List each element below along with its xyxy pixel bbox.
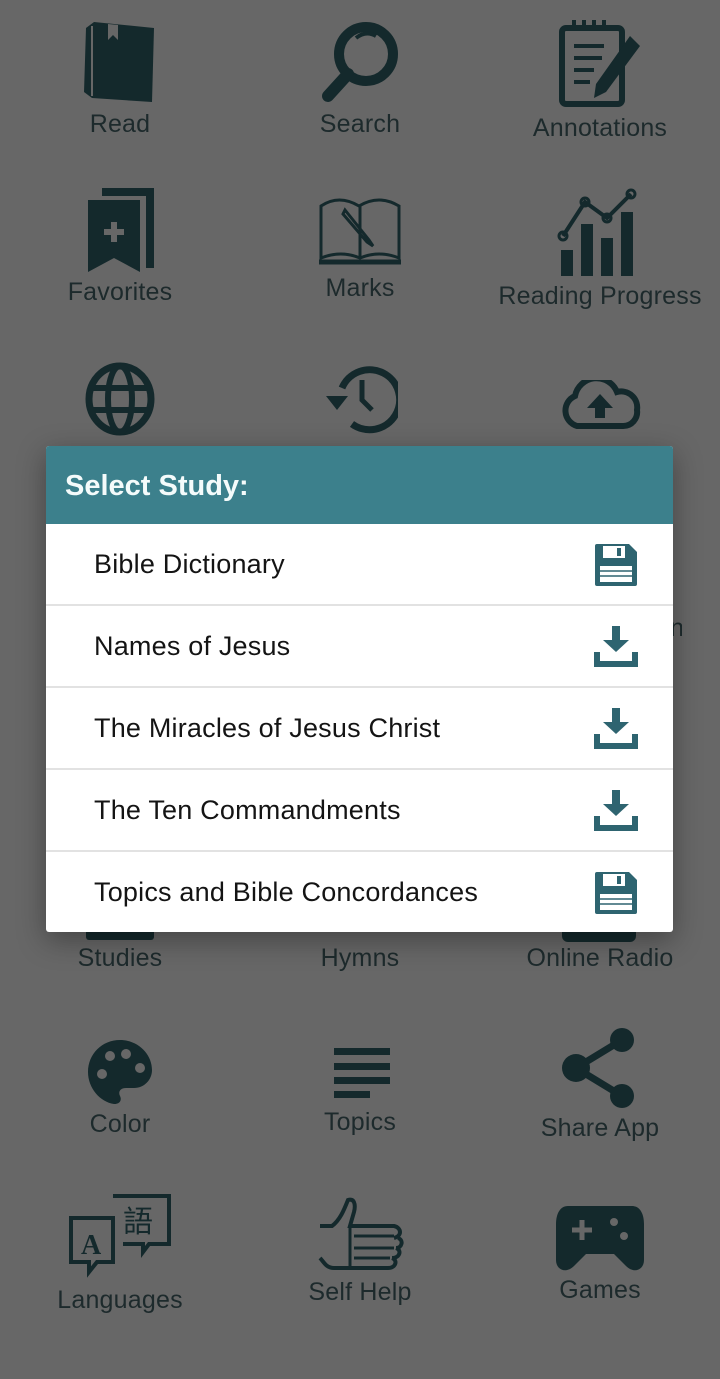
translate-icon: A 語 bbox=[69, 1194, 171, 1278]
menu-item-label: Self Help bbox=[308, 1278, 412, 1306]
menu-item-languages[interactable]: A 語 Languages bbox=[0, 1192, 240, 1315]
menu-item-self-help[interactable]: Self Help bbox=[240, 1196, 480, 1307]
lines-icon bbox=[334, 1048, 390, 1098]
menu-item-color[interactable]: Color bbox=[0, 1038, 240, 1139]
menu-item-label: Favorites bbox=[67, 278, 173, 306]
menu-item-label: Topics bbox=[323, 1108, 397, 1136]
svg-text:語: 語 bbox=[123, 1205, 153, 1240]
menu-item-search[interactable]: Search bbox=[240, 18, 480, 139]
menu-item-online-radio[interactable]: Online Radio bbox=[480, 940, 720, 973]
menu-item-label: Read bbox=[89, 110, 151, 138]
menu-item-label: Share App bbox=[540, 1114, 660, 1142]
notepad-pencil-icon bbox=[559, 20, 640, 107]
download-icon[interactable] bbox=[593, 788, 639, 834]
menu-item-label: Online Radio bbox=[526, 944, 674, 972]
menu-item-label: Color bbox=[89, 1110, 151, 1138]
svg-text:A: A bbox=[81, 1230, 102, 1261]
menu-item-share-app[interactable]: Share App bbox=[480, 1026, 720, 1143]
chart-progress-icon bbox=[557, 188, 637, 276]
study-list-item[interactable]: The Miracles of Jesus Christ bbox=[46, 688, 673, 770]
menu-item-label: Search bbox=[319, 110, 401, 138]
save-icon[interactable] bbox=[593, 542, 639, 588]
menu-item-favorites[interactable]: Favorites bbox=[0, 188, 240, 307]
menu-item-label: Languages bbox=[57, 1286, 183, 1314]
menu-item-label: Annotations bbox=[532, 114, 668, 142]
bookmark-plus-icon bbox=[88, 188, 154, 272]
menu-item-read[interactable]: Read bbox=[0, 18, 240, 139]
select-study-dialog: Select Study: Bible Dictionary Names of … bbox=[46, 446, 673, 932]
gamepad-icon bbox=[556, 1206, 644, 1271]
book-icon bbox=[84, 22, 154, 102]
study-label: Bible Dictionary bbox=[94, 549, 285, 579]
menu-item-label: Games bbox=[559, 1276, 641, 1304]
menu-item-label: Studies bbox=[77, 944, 163, 972]
menu-item-topics[interactable]: Topics bbox=[240, 1044, 480, 1137]
menu-item-label: Marks bbox=[325, 274, 395, 302]
menu-item-marks[interactable]: Marks bbox=[240, 196, 480, 303]
menu-item-cloud-upload[interactable] bbox=[480, 380, 720, 432]
menu-item-games[interactable]: Games bbox=[480, 1204, 720, 1305]
menu-item-hymns[interactable]: Hymns bbox=[240, 940, 480, 973]
study-list-item[interactable]: The Ten Commandments bbox=[46, 770, 673, 852]
study-label: The Ten Commandments bbox=[94, 795, 401, 825]
cloud-upload-icon bbox=[562, 380, 641, 430]
share-icon bbox=[562, 1028, 634, 1108]
study-list-item[interactable]: Names of Jesus bbox=[46, 606, 673, 688]
palette-icon bbox=[88, 1040, 152, 1104]
study-label: The Miracles of Jesus Christ bbox=[94, 713, 441, 743]
save-icon[interactable] bbox=[593, 870, 639, 916]
study-list-item[interactable]: Bible Dictionary bbox=[46, 524, 673, 606]
study-label: Names of Jesus bbox=[94, 631, 291, 661]
menu-item-label: Reading Progress bbox=[498, 282, 702, 310]
menu-item-label: Hymns bbox=[320, 944, 400, 972]
globe-icon bbox=[85, 362, 155, 436]
menu-item-studies[interactable]: Studies bbox=[0, 940, 240, 973]
menu-item-annotations[interactable]: Annotations bbox=[480, 18, 720, 143]
download-icon[interactable] bbox=[593, 624, 639, 670]
menu-item-globe[interactable] bbox=[0, 362, 240, 436]
magnifier-icon bbox=[322, 22, 398, 102]
menu-item-history[interactable] bbox=[240, 366, 480, 434]
open-book-pencil-icon bbox=[319, 198, 401, 265]
history-icon bbox=[326, 366, 398, 434]
study-list-item[interactable]: Topics and Bible Concordances bbox=[46, 852, 673, 932]
download-icon[interactable] bbox=[593, 706, 639, 752]
dialog-title: Select Study: bbox=[46, 446, 673, 524]
thumbs-up-icon bbox=[318, 1197, 404, 1270]
study-label: Topics and Bible Concordances bbox=[94, 877, 479, 907]
menu-item-reading-progress[interactable]: Reading Progress bbox=[480, 188, 720, 311]
